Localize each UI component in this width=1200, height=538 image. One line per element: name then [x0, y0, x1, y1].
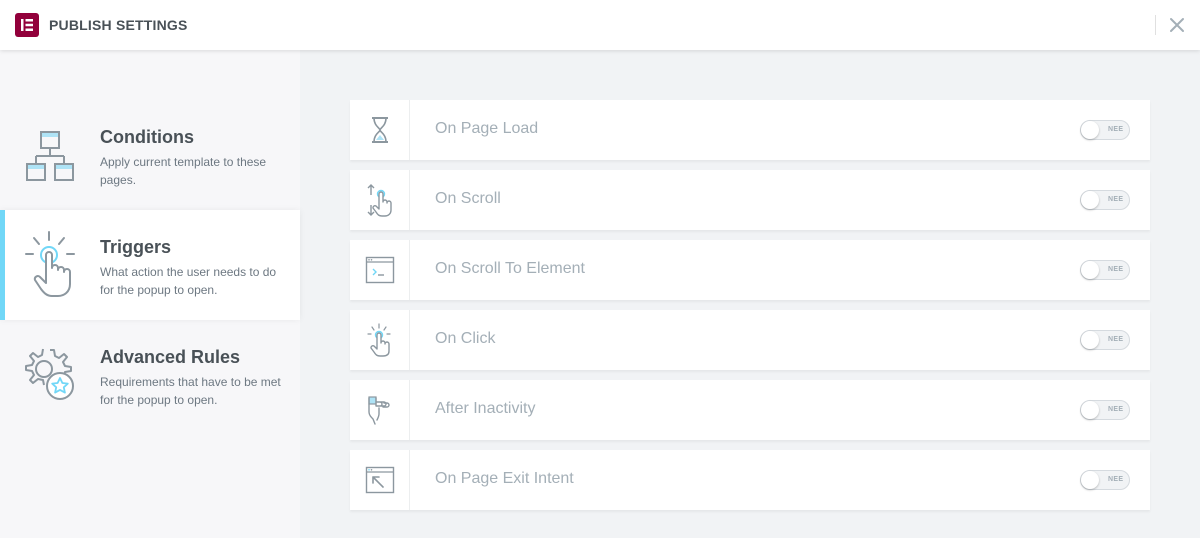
close-icon[interactable] — [1168, 16, 1186, 34]
scroll-hand-icon — [350, 170, 410, 230]
trigger-label: On Scroll — [435, 190, 501, 207]
toggle-text: NEE — [1108, 336, 1124, 343]
trigger-row-scroll-to-element: On Scroll To Element NEE — [350, 240, 1150, 300]
settings-sidebar: Conditions Apply current template to the… — [0, 50, 300, 538]
toggle-knob — [1081, 331, 1099, 349]
toggle-knob — [1081, 261, 1099, 279]
trigger-row-exit-intent: On Page Exit Intent NEE — [350, 450, 1150, 510]
trigger-toggle[interactable]: NEE — [1080, 260, 1130, 280]
tab-description: Apply current template to these pages. — [100, 155, 267, 187]
header-bar: PUBLISH SETTINGS — [0, 0, 1200, 50]
trigger-row-scroll: On Scroll NEE — [350, 170, 1150, 230]
trigger-label: On Page Exit Intent — [435, 470, 574, 487]
trigger-row-inactivity: After Inactivity NEE — [350, 380, 1150, 440]
trigger-toggle[interactable]: NEE — [1080, 190, 1130, 210]
header-divider — [1155, 15, 1156, 35]
tab-description: What action the user needs to do for the… — [100, 265, 277, 297]
trigger-toggle[interactable]: NEE — [1080, 400, 1130, 420]
tap-hand-icon — [22, 228, 78, 298]
toggle-knob — [1081, 191, 1099, 209]
toggle-text: NEE — [1108, 476, 1124, 483]
tab-title: Triggers — [100, 237, 172, 257]
trigger-label: On Scroll To Element — [435, 260, 585, 277]
tab-advanced-rules[interactable]: Advanced Rules Requirements that have to… — [0, 320, 300, 430]
tab-conditions[interactable]: Conditions Apply current template to the… — [0, 100, 300, 210]
trigger-toggle[interactable]: NEE — [1080, 120, 1130, 140]
inactive-hand-icon — [350, 380, 410, 440]
trigger-label: On Click — [435, 330, 496, 347]
click-hand-icon — [350, 310, 410, 370]
exit-window-icon — [350, 450, 410, 510]
tab-title: Advanced Rules — [100, 347, 241, 367]
terminal-window-icon — [350, 240, 410, 300]
toggle-text: NEE — [1108, 406, 1124, 413]
trigger-toggle[interactable]: NEE — [1080, 330, 1130, 350]
toggle-knob — [1081, 471, 1099, 489]
hourglass-icon — [350, 100, 410, 160]
toggle-knob — [1081, 401, 1099, 419]
trigger-label: After Inactivity — [435, 400, 536, 417]
toggle-text: NEE — [1108, 266, 1124, 273]
tab-description: Requirements that have to be met for the… — [100, 375, 281, 407]
elementor-logo-icon — [15, 13, 39, 37]
tab-title: Conditions — [100, 127, 194, 147]
trigger-toggle[interactable]: NEE — [1080, 470, 1130, 490]
toggle-text: NEE — [1108, 126, 1124, 133]
gear-star-icon — [22, 338, 78, 408]
triggers-panel: On Page Load NEE On Scroll NEE On Scroll… — [300, 50, 1200, 538]
page-title: PUBLISH SETTINGS — [49, 17, 188, 33]
toggle-text: NEE — [1108, 196, 1124, 203]
tab-triggers[interactable]: Triggers What action the user needs to d… — [0, 210, 300, 320]
toggle-knob — [1081, 121, 1099, 139]
trigger-label: On Page Load — [435, 120, 539, 137]
trigger-row-click: On Click NEE — [350, 310, 1150, 370]
sitemap-icon — [22, 118, 78, 188]
trigger-row-page-load: On Page Load NEE — [350, 100, 1150, 160]
